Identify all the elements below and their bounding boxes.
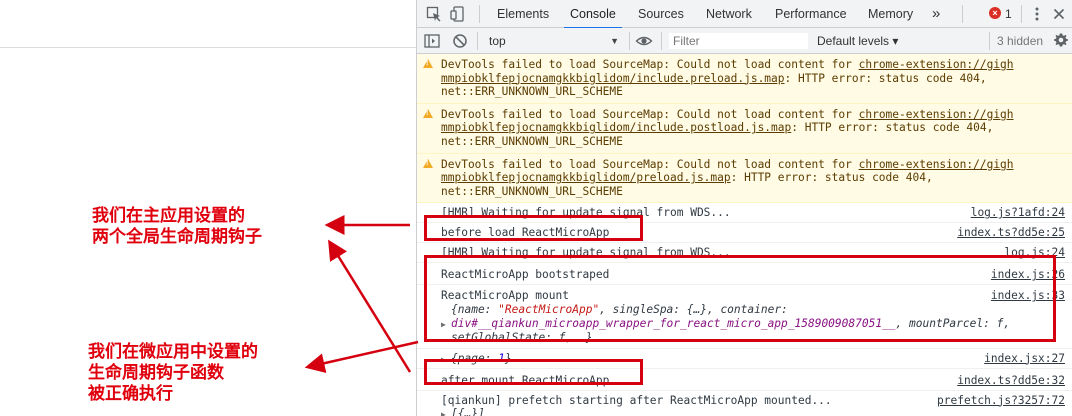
log-levels-dropdown[interactable]: Default levels ▾: [817, 28, 898, 54]
highlight-box-before-load: [424, 215, 643, 241]
warning-icon: [423, 108, 433, 118]
warning-text: : HTTP error: status code 404,: [730, 171, 933, 185]
separator: [989, 32, 990, 50]
page-viewport: 我们在主应用设置的 两个全局生命周期钩子 我们在微应用中设置的 生命周期钩子函数…: [0, 0, 416, 416]
separator: [962, 5, 963, 23]
annotation-line: 两个全局生命周期钩子: [92, 227, 262, 247]
devtools-tab-bar: Elements Console Sources Network Perform…: [417, 0, 1072, 29]
filter-input[interactable]: [668, 32, 809, 50]
warning-text: DevTools failed to load SourceMap: Could…: [441, 58, 859, 71]
sidebar-toggle-icon[interactable]: [423, 32, 441, 50]
context-select[interactable]: top ▼: [483, 31, 623, 51]
eye-icon[interactable]: [635, 32, 653, 50]
annotation-main-app-hooks: 我们在主应用设置的 两个全局生命周期钩子: [92, 206, 262, 248]
warning-text: DevTools failed to load SourceMap: Could…: [441, 157, 859, 171]
console-warning: DevTools failed to load SourceMap: Could…: [417, 103, 1072, 154]
device-toolbar-icon[interactable]: [449, 5, 467, 23]
warning-text: net::ERR_UNKNOWN_URL_SCHEME: [441, 85, 623, 99]
source-map-link[interactable]: mmpiobklfepjocnamgkkbiglidom/include.pos…: [441, 121, 791, 134]
warning-text: net::ERR_UNKNOWN_URL_SCHEME: [441, 134, 623, 148]
close-icon[interactable]: [1050, 5, 1068, 23]
devtools-panel: Elements Console Sources Network Perform…: [416, 0, 1072, 416]
warning-text: : HTTP error: status code 404,: [791, 121, 994, 135]
warning-icon: [423, 158, 433, 168]
source-map-link[interactable]: chrome-extension://gigh: [859, 58, 1014, 71]
log-source-link[interactable]: log.js?1afd:24: [971, 206, 1065, 220]
console-toolbar: top ▼ Default levels ▾ 3 hidden: [417, 28, 1072, 54]
tab-memory[interactable]: Memory: [868, 0, 913, 28]
tab-performance[interactable]: Performance: [775, 0, 847, 28]
tab-console[interactable]: Console: [564, 0, 622, 29]
source-map-link[interactable]: chrome-extension://gigh: [859, 158, 1014, 171]
source-map-link[interactable]: chrome-extension://gigh: [859, 108, 1014, 121]
annotation-line: 我们在主应用设置的: [92, 206, 245, 226]
warning-text: net::ERR_UNKNOWN_URL_SCHEME: [441, 184, 623, 198]
warning-text: : HTTP error: status code 404,: [784, 71, 987, 85]
console-warning: DevTools failed to load SourceMap: Could…: [417, 54, 1072, 104]
separator: [1021, 5, 1022, 23]
error-count[interactable]: 1: [1005, 0, 1012, 28]
log-source-link[interactable]: index.jsx:27: [984, 352, 1065, 366]
highlight-box-after-mount: [424, 359, 643, 385]
highlight-box-bootstrap-mount: [424, 255, 1056, 342]
annotation-micro-app-hooks: 我们在微应用中设置的 生命周期钩子函数 被正确执行: [88, 342, 258, 405]
more-tabs-button[interactable]: »: [932, 0, 940, 28]
source-map-link[interactable]: mmpiobklfepjocnamgkkbiglidom/include.pre…: [441, 72, 785, 85]
divider: [0, 47, 416, 48]
clear-console-icon[interactable]: [451, 32, 469, 50]
annotation-line: 生命周期钩子函数: [88, 363, 224, 383]
hidden-messages-count: 3 hidden: [997, 34, 1044, 48]
log-source-link[interactable]: index.ts?dd5e:32: [957, 374, 1065, 388]
chevron-down-icon: ▼: [610, 36, 619, 46]
object-preview[interactable]: ▶ [{…}]: [441, 407, 1049, 416]
annotation-line: 我们在微应用中设置的: [88, 342, 258, 362]
log-source-link[interactable]: index.ts?dd5e:25: [957, 226, 1065, 240]
separator: [479, 5, 480, 23]
separator: [661, 32, 662, 50]
context-value: top: [489, 34, 506, 48]
error-icon[interactable]: ×: [989, 7, 1001, 19]
annotation-line: 被正确执行: [88, 384, 173, 404]
separator: [629, 32, 630, 50]
console-log: [qiankun] prefetch starting after ReactM…: [417, 391, 1072, 416]
warning-icon: [423, 59, 433, 68]
tab-elements[interactable]: Elements: [497, 0, 549, 28]
object-text: [{…}]: [451, 407, 485, 416]
warning-text: DevTools failed to load SourceMap: Could…: [441, 107, 859, 121]
expand-triangle-icon[interactable]: ▶: [441, 408, 451, 416]
console-warning: DevTools failed to load SourceMap: Could…: [417, 153, 1072, 204]
console-settings-gear-icon[interactable]: [1053, 32, 1071, 50]
inspect-element-icon[interactable]: [425, 5, 443, 23]
source-map-link[interactable]: mmpiobklfepjocnamgkkbiglidom/preload.js.…: [441, 171, 731, 184]
separator: [477, 32, 478, 50]
more-options-icon[interactable]: [1028, 5, 1046, 23]
log-source-link[interactable]: prefetch.js?3257:72: [937, 394, 1065, 408]
tab-sources[interactable]: Sources: [638, 0, 684, 28]
tab-network[interactable]: Network: [706, 0, 752, 28]
